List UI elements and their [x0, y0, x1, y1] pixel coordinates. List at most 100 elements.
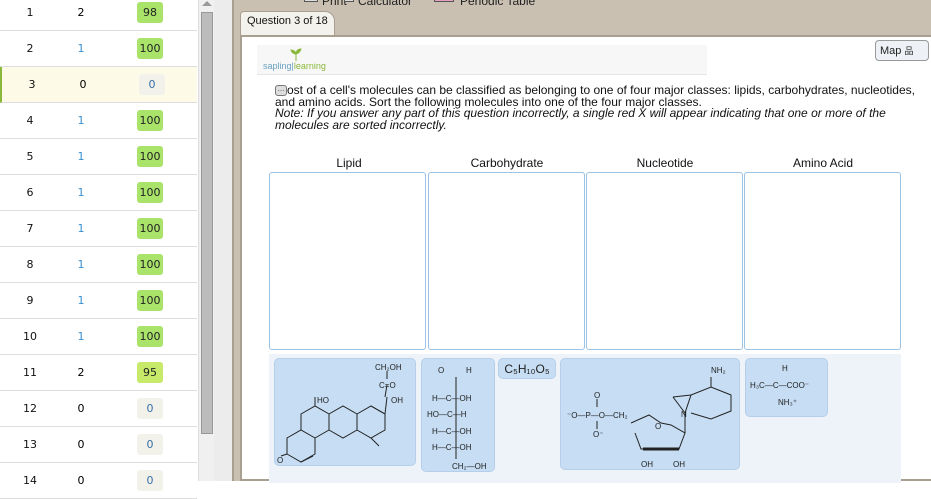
question-number: 9	[26, 294, 34, 307]
label-ch2oh: CH₂OH	[375, 363, 402, 372]
attempt-count: 1	[77, 294, 85, 307]
map-label: Map	[880, 45, 902, 57]
calculator-icon[interactable]	[344, 0, 354, 2]
calculator-button[interactable]: Calculator	[358, 0, 412, 8]
question-list: 1 2 98 2 1 100 3 0 04 1 100 5 1 100 6 1 100 7…	[0, 0, 199, 499]
molecule-amino-acid[interactable]: H H₃C—C—COO⁻ NH₃⁺	[745, 358, 828, 417]
molecule-tray: CH₂OH C=O OH HO O O H H—C—OH HO—C—H H—C—…	[269, 354, 901, 483]
label-n: N	[681, 410, 687, 419]
score-badge: 95	[137, 362, 163, 383]
question-row[interactable]: 8 1 100	[0, 247, 197, 283]
score-badge: 0	[139, 74, 165, 95]
attempt-count: 2	[77, 6, 85, 19]
score-badge: 100	[137, 182, 163, 203]
header-amino-acid: Amino Acid	[792, 156, 854, 170]
label-oh1: OH	[641, 460, 653, 469]
attempt-count: 1	[77, 114, 85, 127]
molecule-formula[interactable]: C₅H₁₀O₅	[498, 358, 556, 379]
score-badge: 98	[137, 2, 163, 23]
map-icon: 品	[904, 46, 914, 56]
question-row[interactable]: 6 1 100	[0, 175, 197, 211]
question-row[interactable]: 2 1 100	[0, 31, 197, 67]
score-badge: 100	[137, 290, 163, 311]
question-row[interactable]: 4 1 100	[0, 103, 197, 139]
attempt-count: 0	[79, 78, 87, 91]
question-row[interactable]: 3 0 0	[0, 67, 197, 103]
question-number: 11	[23, 366, 37, 379]
attempt-count: 1	[77, 186, 85, 199]
map-button[interactable]: Map 品	[875, 40, 929, 61]
question-row[interactable]: 11 2 95	[0, 355, 197, 391]
score-badge: 100	[137, 218, 163, 239]
header-carbohydrate: Carbohydrate	[470, 156, 544, 170]
attempt-count: 1	[77, 330, 85, 343]
scroll-up-arrow-icon[interactable]	[202, 1, 212, 6]
question-number: 7	[26, 222, 34, 235]
question-row[interactable]: 7 1 100	[0, 211, 197, 247]
steroid-structure: CH₂OH C=O OH HO O	[277, 363, 403, 465]
question-row[interactable]: 12 0 0	[0, 391, 197, 427]
print-button[interactable]: Print	[322, 0, 347, 8]
score-badge: 100	[137, 326, 163, 347]
logo-text-learning: learning	[293, 61, 326, 71]
score-badge: 100	[137, 254, 163, 275]
molecule-glucose[interactable]: O H H—C—OH HO—C—H H—C—OH H—C—OH CH₂—OH	[421, 358, 495, 472]
label-o: O	[438, 366, 444, 375]
score-badge: 100	[137, 146, 163, 167]
label-o: O	[594, 391, 600, 400]
attempt-count: 0	[77, 438, 85, 451]
question-number: 5	[26, 150, 34, 163]
attempt-count: 1	[77, 42, 85, 55]
question-panel: Print Calculator Periodic Table Question…	[232, 0, 931, 483]
molecule-steroid[interactable]: CH₂OH C=O OH HO O	[274, 358, 416, 466]
label-row1: H—C—OH	[432, 394, 472, 403]
divider	[214, 0, 232, 481]
glucose-structure: O H H—C—OH HO—C—H H—C—OH H—C—OH CH₂—OH	[427, 366, 487, 471]
header-nucleotide: Nucleotide	[636, 156, 694, 170]
print-icon[interactable]	[304, 0, 318, 2]
question-number: 1	[26, 6, 34, 19]
drop-zone-amino-acid[interactable]	[744, 172, 901, 350]
label-co: C=O	[379, 381, 396, 390]
question-content: sapling|learning Map 品 … ost of a cell's …	[240, 35, 931, 483]
label-h: H	[782, 364, 788, 373]
attempt-count: 1	[77, 150, 85, 163]
label-o-minus: O⁻	[593, 430, 603, 439]
logo-text-sapling: sapling	[263, 61, 292, 71]
label-h: H	[466, 366, 472, 375]
label-row2: HO—C—H	[427, 410, 467, 419]
attempt-count: 2	[77, 366, 85, 379]
question-row[interactable]: 13 0 0	[0, 427, 197, 463]
drop-zone-lipid[interactable]	[269, 172, 426, 350]
scrollbar-thumb[interactable]	[201, 12, 213, 434]
label-nh2: NH₂	[711, 366, 726, 375]
sapling-logo: sapling|learning	[257, 45, 707, 75]
question-row[interactable]: 9 1 100	[0, 283, 197, 319]
label-oh: OH	[391, 396, 403, 405]
question-number: 12	[23, 402, 37, 415]
attempt-count: 1	[77, 258, 85, 271]
scrollbar[interactable]	[198, 0, 214, 481]
attempt-count: 1	[77, 222, 85, 235]
score-badge: 0	[137, 434, 163, 455]
question-number: 6	[26, 186, 34, 199]
question-number: 2	[26, 42, 34, 55]
molecule-nucleotide[interactable]: NH₂ O ⁻O—P—O—CH₂ O⁻ O N OH OH	[560, 358, 740, 470]
question-row[interactable]: 1 2 98	[0, 0, 197, 31]
question-number: 8	[26, 258, 34, 271]
tab-question[interactable]: Question 3 of 18	[240, 11, 335, 35]
attempt-count: 0	[77, 402, 85, 415]
periodic-table-icon[interactable]	[434, 0, 454, 2]
drop-zone-carbohydrate[interactable]	[428, 172, 585, 350]
question-row[interactable]: 10 1 100	[0, 319, 197, 355]
label-nh3: NH₃⁺	[778, 398, 797, 407]
question-row[interactable]: 5 1 100	[0, 139, 197, 175]
drop-zone-nucleotide[interactable]	[586, 172, 743, 350]
label-o: O	[277, 456, 283, 465]
question-row[interactable]: 14 0 0	[0, 463, 197, 499]
toolbar: Print Calculator Periodic Table	[234, 0, 931, 8]
label-ring-o: O	[655, 422, 661, 431]
periodic-table-button[interactable]: Periodic Table	[460, 0, 535, 8]
question-text: … ost of a cell's molecules can be classi…	[275, 84, 915, 131]
label-row3: H—C—OH	[432, 427, 472, 436]
